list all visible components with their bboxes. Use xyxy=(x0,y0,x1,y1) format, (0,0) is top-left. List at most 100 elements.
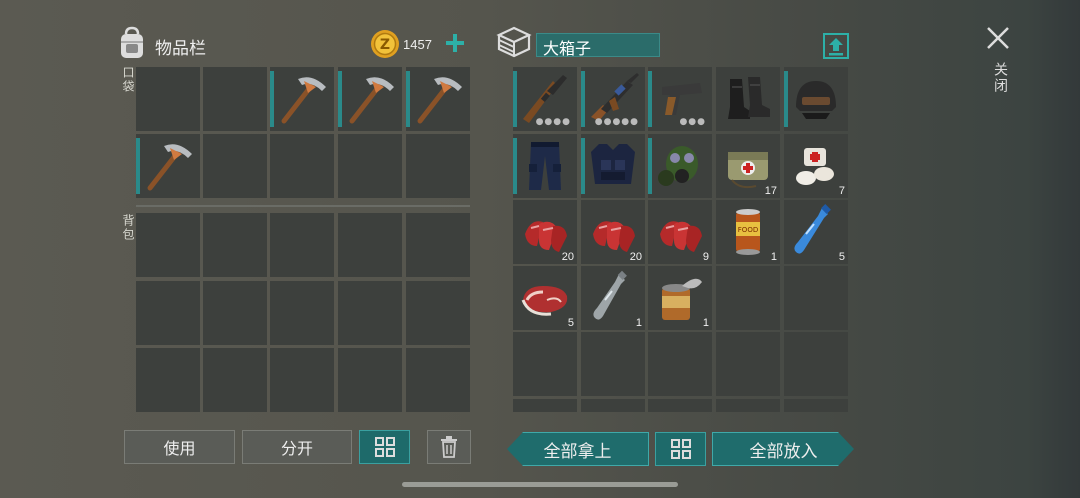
backpack-slot[interactable] xyxy=(406,213,470,277)
container-slot[interactable]: 7 xyxy=(784,134,848,198)
pocket-slot[interactable] xyxy=(338,134,402,198)
upload-button[interactable] xyxy=(823,33,849,59)
backpack-label: 背包 xyxy=(121,214,135,242)
backpack-slot[interactable] xyxy=(136,213,200,277)
item-quantity: 5 xyxy=(838,251,845,263)
inventory-title: 物品栏 xyxy=(155,39,206,59)
pocket-label: 口袋 xyxy=(121,66,135,94)
container-slot[interactable]: FOOD 1 xyxy=(716,200,780,264)
pocket-slot[interactable] xyxy=(338,67,402,131)
container-slot[interactable]: 20 xyxy=(581,200,645,264)
box-icon xyxy=(496,25,532,59)
container-slot[interactable] xyxy=(581,399,645,412)
pocket-slot[interactable] xyxy=(136,134,200,198)
empty-bottle-icon xyxy=(593,270,627,320)
canned-food-icon: FOOD xyxy=(736,209,760,255)
backpack-slot[interactable] xyxy=(406,348,470,412)
container-slot[interactable]: ●●● xyxy=(648,67,712,131)
put-all-label: 全部放入 xyxy=(749,441,818,462)
backpack-slot[interactable] xyxy=(203,213,267,277)
sort-container-button[interactable] xyxy=(655,432,706,466)
take-all-label: 全部拿上 xyxy=(543,441,612,462)
item-quantity: 1 xyxy=(635,317,642,329)
container-slot[interactable] xyxy=(716,399,780,412)
container-slot[interactable] xyxy=(784,399,848,412)
container-name-field[interactable]: 大箱子 xyxy=(536,33,660,58)
container-slot[interactable]: 20 xyxy=(513,200,577,264)
add-coins-button[interactable] xyxy=(444,32,466,54)
container-slot[interactable] xyxy=(648,134,712,198)
close-icon xyxy=(987,27,1009,49)
backpack-slot[interactable] xyxy=(338,281,402,345)
container-slot[interactable] xyxy=(716,67,780,131)
pocket-slot[interactable] xyxy=(203,67,267,131)
pocket-slot[interactable] xyxy=(270,134,334,198)
combat-boots-icon xyxy=(728,77,770,119)
svg-text:Z: Z xyxy=(380,37,390,53)
container-slot[interactable] xyxy=(513,332,577,396)
trash-button[interactable] xyxy=(427,430,471,464)
container-slot[interactable] xyxy=(648,332,712,396)
split-button[interactable]: 分开 xyxy=(242,430,352,464)
item-quantity: 5 xyxy=(567,317,574,329)
backpack-slot[interactable] xyxy=(270,281,334,345)
gas-mask-icon xyxy=(658,146,698,186)
item-quantity: 1 xyxy=(702,317,709,329)
grid-sort-icon xyxy=(670,439,691,459)
backpack-slot[interactable] xyxy=(270,213,334,277)
take-all-button[interactable]: 全部拿上 xyxy=(507,432,649,466)
pickaxe-icon xyxy=(349,77,394,124)
tactical-vest-icon xyxy=(591,144,635,184)
container-slot[interactable]: 1 xyxy=(581,266,645,330)
item-quantity: 1 xyxy=(770,251,777,263)
item-quantity: 17 xyxy=(764,185,777,197)
close-button[interactable]: 关闭 xyxy=(984,24,1012,104)
backpack-slot[interactable] xyxy=(136,281,200,345)
container-slot[interactable]: ●●●●● xyxy=(581,67,645,131)
svg-text:FOOD: FOOD xyxy=(738,226,758,234)
pocket-slot[interactable] xyxy=(136,67,200,131)
backpack-slot[interactable] xyxy=(270,348,334,412)
coin-count: 1457 xyxy=(403,37,432,52)
bandages-icon xyxy=(796,148,834,185)
upload-icon xyxy=(823,33,849,59)
sort-inventory-button[interactable] xyxy=(359,430,410,464)
backpack-slot[interactable] xyxy=(136,348,200,412)
open-can-icon xyxy=(662,278,702,320)
raw-meat-icon xyxy=(660,221,702,252)
container-slot[interactable] xyxy=(784,332,848,396)
backpack-slot[interactable] xyxy=(406,281,470,345)
backpack-slot[interactable] xyxy=(338,348,402,412)
container-slot[interactable] xyxy=(716,332,780,396)
container-slot[interactable] xyxy=(784,67,848,131)
steak-icon xyxy=(521,286,568,316)
container-slot[interactable] xyxy=(648,399,712,412)
container-slot[interactable] xyxy=(716,266,780,330)
tactical-pants-icon xyxy=(529,142,561,190)
trash-icon xyxy=(441,436,457,458)
helmet-icon xyxy=(796,81,836,119)
container-slot[interactable] xyxy=(513,134,577,198)
container-slot[interactable]: 1 xyxy=(648,266,712,330)
container-slot[interactable]: 5 xyxy=(513,266,577,330)
container-slot[interactable] xyxy=(513,399,577,412)
container-slot[interactable] xyxy=(784,266,848,330)
use-button[interactable]: 使用 xyxy=(124,430,235,464)
pocket-slot[interactable] xyxy=(406,67,470,131)
container-slot[interactable]: ●●●● xyxy=(513,67,577,131)
backpack-slot[interactable] xyxy=(203,348,267,412)
backpack-slot[interactable] xyxy=(203,281,267,345)
container-slot[interactable] xyxy=(581,134,645,198)
container-slot[interactable]: 5 xyxy=(784,200,848,264)
backpack-slot[interactable] xyxy=(338,213,402,277)
item-quantity: 20 xyxy=(629,251,642,263)
container-slot[interactable]: 17 xyxy=(716,134,780,198)
water-bottle-icon xyxy=(794,204,831,254)
section-divider xyxy=(136,205,470,207)
pocket-slot[interactable] xyxy=(406,134,470,198)
container-slot[interactable]: 9 xyxy=(648,200,712,264)
container-slot[interactable] xyxy=(581,332,645,396)
pocket-slot[interactable] xyxy=(203,134,267,198)
pocket-slot[interactable] xyxy=(270,67,334,131)
put-all-button[interactable]: 全部放入 xyxy=(712,432,854,466)
